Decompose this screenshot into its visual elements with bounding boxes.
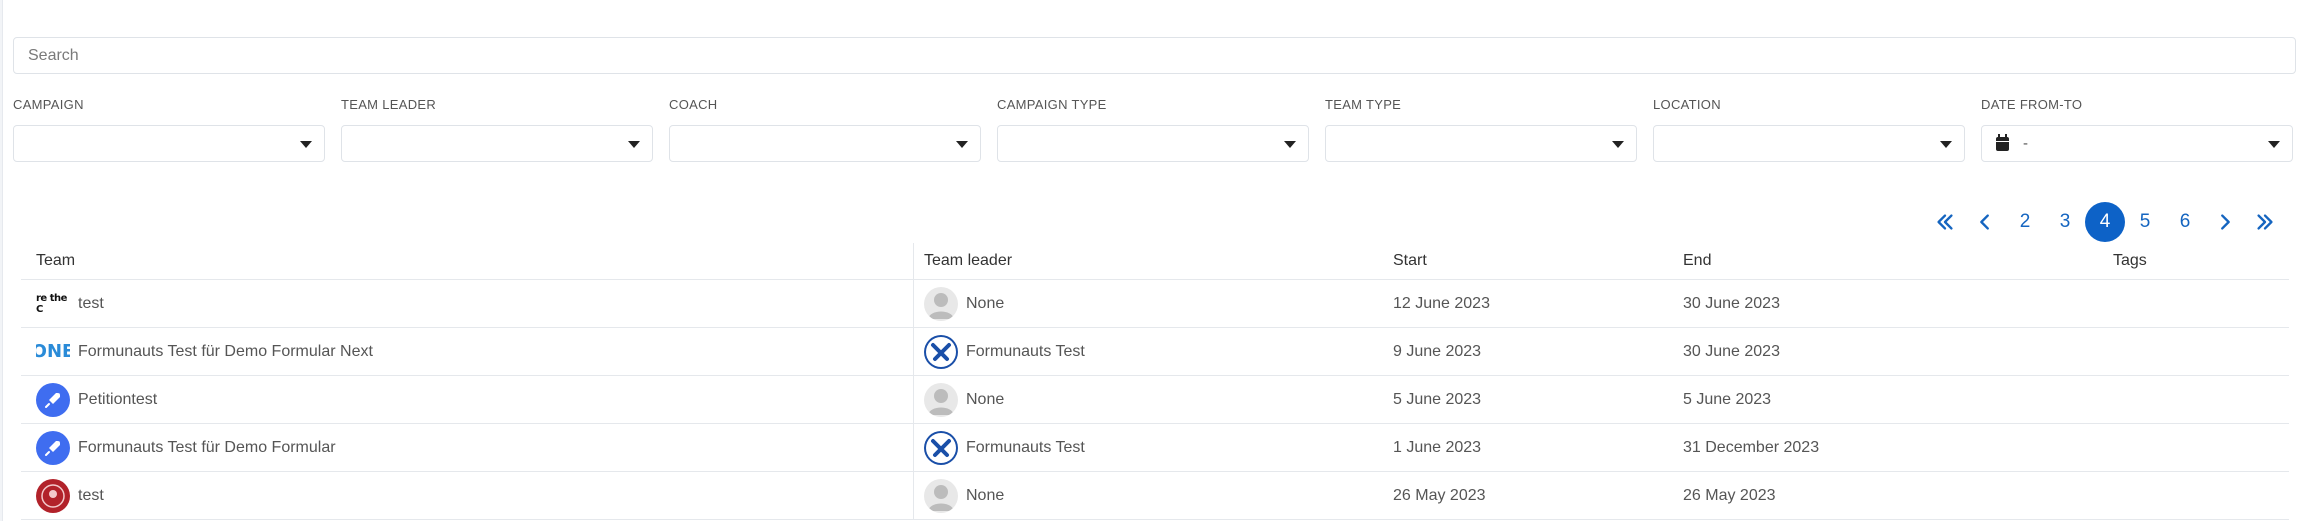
start-date: 26 May 2023: [1393, 486, 1486, 504]
end-date: 31 December 2023: [1683, 438, 1820, 456]
left-edge: [0, 0, 3, 521]
start-date: 9 June 2023: [1393, 342, 1482, 360]
filter-label: CAMPAIGN TYPE: [997, 97, 1107, 112]
column-header-start[interactable]: Start: [1393, 243, 1683, 279]
column-header-team[interactable]: Team: [21, 243, 914, 279]
table-header: Team Team leader Start End Tags: [21, 243, 2289, 280]
team-leader-select[interactable]: [341, 125, 653, 162]
filter-label: LOCATION: [1653, 97, 1721, 112]
end-date: 30 June 2023: [1683, 294, 1780, 312]
team-leader-name: Formunauts Test: [966, 438, 1085, 456]
filter-coach: COACH: [669, 97, 981, 162]
team-name[interactable]: Formunauts Test für Demo Formular: [78, 439, 336, 457]
double-chevron-right-icon: [2257, 214, 2273, 230]
start-date: 5 June 2023: [1393, 390, 1482, 408]
column-header-end[interactable]: End: [1683, 243, 2113, 279]
team-type-select[interactable]: [1325, 125, 1637, 162]
avatar-placeholder-icon: [924, 478, 958, 513]
formunauts-logo-icon: [924, 430, 958, 465]
table-row[interactable]: Petitiontest None 5 June 2023 5 June 202…: [21, 376, 2289, 424]
caret-down-icon: [300, 141, 312, 148]
table-row[interactable]: re the C test None 12 June 2023 30 June …: [21, 280, 2289, 328]
team-name[interactable]: test: [78, 487, 104, 505]
filter-location: LOCATION: [1653, 97, 1965, 162]
filter-bar: CAMPAIGN TEAM LEADER COACH CAMPAIGN TYPE…: [13, 97, 2296, 162]
filter-label: TEAM TYPE: [1325, 97, 1402, 112]
end-date: 26 May 2023: [1683, 486, 1776, 504]
page-button-current[interactable]: 4: [2085, 202, 2125, 242]
team-logo-icon: ONE: [36, 334, 70, 369]
tags: [2113, 472, 2289, 519]
teams-table: Team Team leader Start End Tags re the C…: [21, 243, 2289, 520]
chevron-left-icon: [1980, 214, 1989, 230]
tags: [2113, 376, 2289, 423]
first-page-button[interactable]: [1925, 202, 1965, 242]
team-leader-name: None: [966, 294, 1005, 312]
column-header-team-leader[interactable]: Team leader: [914, 243, 1393, 279]
chevron-right-icon: [2221, 214, 2230, 230]
calendar-icon: [1996, 133, 2009, 151]
filter-label: COACH: [669, 97, 718, 112]
filter-date-range: DATE FROM-TO -: [1981, 97, 2293, 162]
avatar-placeholder-icon: [924, 286, 958, 321]
caret-down-icon: [1284, 141, 1296, 148]
start-date: 1 June 2023: [1393, 438, 1482, 456]
double-chevron-left-icon: [1937, 214, 1953, 230]
date-range-select[interactable]: -: [1981, 125, 2293, 162]
team-leader-name: None: [966, 486, 1005, 504]
search-input[interactable]: [13, 37, 2296, 74]
tags: [2113, 280, 2289, 327]
filter-label: TEAM LEADER: [341, 97, 437, 112]
start-date: 12 June 2023: [1393, 294, 1490, 312]
caret-down-icon: [956, 141, 968, 148]
pagination: 2 3 4 5 6: [1925, 202, 2285, 242]
campaign-type-select[interactable]: [997, 125, 1309, 162]
rocket-icon: [36, 430, 70, 465]
location-select[interactable]: [1653, 125, 1965, 162]
caret-down-icon: [1612, 141, 1624, 148]
prev-page-button[interactable]: [1965, 202, 2005, 242]
next-page-button[interactable]: [2205, 202, 2245, 242]
page-button[interactable]: 3: [2045, 202, 2085, 242]
filter-campaign-type: CAMPAIGN TYPE: [997, 97, 1309, 162]
filter-team-leader: TEAM LEADER: [341, 97, 653, 162]
page-button[interactable]: 5: [2125, 202, 2165, 242]
page-button[interactable]: 6: [2165, 202, 2205, 242]
rocket-icon: [36, 382, 70, 417]
filter-team-type: TEAM TYPE: [1325, 97, 1637, 162]
table-row[interactable]: Formunauts Test für Demo Formular Formun…: [21, 424, 2289, 472]
tags: [2113, 328, 2289, 375]
team-leader-name: None: [966, 390, 1005, 408]
column-header-tags: Tags: [2113, 252, 2147, 269]
team-logo-icon: [36, 478, 70, 513]
caret-down-icon: [628, 141, 640, 148]
end-date: 30 June 2023: [1683, 342, 1780, 360]
team-name[interactable]: Formunauts Test für Demo Formular Next: [78, 343, 373, 361]
formunauts-logo-icon: [924, 334, 958, 369]
filter-campaign: CAMPAIGN: [13, 97, 325, 162]
table-row[interactable]: test None 26 May 2023 26 May 2023: [21, 472, 2289, 520]
end-date: 5 June 2023: [1683, 390, 1772, 408]
team-logo-icon: re the C: [36, 292, 67, 315]
caret-down-icon: [1940, 141, 1952, 148]
tags: [2113, 424, 2289, 471]
filter-label: DATE FROM-TO: [1981, 97, 2083, 112]
avatar-placeholder-icon: [924, 382, 958, 417]
last-page-button[interactable]: [2245, 202, 2285, 242]
campaign-select[interactable]: [13, 125, 325, 162]
team-name[interactable]: Petitiontest: [78, 391, 157, 409]
coach-select[interactable]: [669, 125, 981, 162]
page-button[interactable]: 2: [2005, 202, 2045, 242]
caret-down-icon: [2268, 141, 2280, 148]
team-name[interactable]: test: [78, 295, 104, 313]
team-leader-name: Formunauts Test: [966, 342, 1085, 360]
table-row[interactable]: ONE Formunauts Test für Demo Formular Ne…: [21, 328, 2289, 376]
filter-label: CAMPAIGN: [13, 97, 84, 112]
